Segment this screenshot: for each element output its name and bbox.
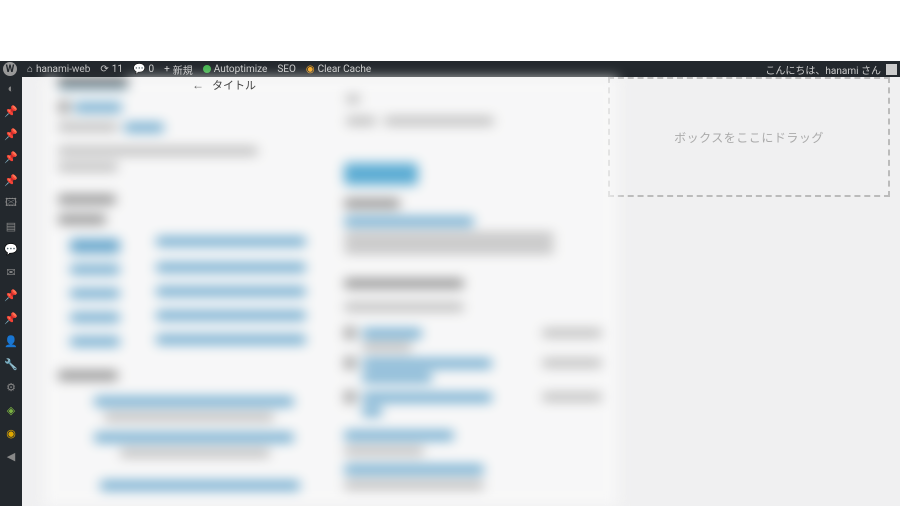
pin-icon[interactable]: 📌 (4, 104, 18, 118)
updates-count: 11 (112, 64, 123, 75)
user-menu[interactable]: こんにちは、hanami さん (765, 62, 897, 77)
pin-icon[interactable]: 📌 (4, 127, 18, 141)
clear-cache-label: Clear Cache (318, 64, 372, 75)
autoptimize-label: Autoptimize (214, 64, 268, 75)
avatar-icon (886, 64, 897, 75)
pages-icon[interactable]: ▤ (4, 219, 18, 233)
wp-logo-menu[interactable]: W (3, 62, 17, 76)
admin-toolbar: W ⌂ hanami-web ⟳ 11 💬 0 + 新規 Autoptimize… (0, 61, 900, 77)
users-icon[interactable]: 👤 (4, 334, 18, 348)
new-content-menu[interactable]: + 新規 (164, 62, 193, 77)
media-icon[interactable]: 🖾 (4, 196, 18, 210)
updates-icon: ⟳ (100, 64, 108, 75)
home-icon: ⌂ (27, 64, 33, 75)
settings-icon[interactable]: ⚙ (4, 380, 18, 394)
widget-dropzone[interactable]: ボックスをここにドラッグ (608, 77, 890, 197)
collapse-icon[interactable]: ◀ (4, 449, 18, 463)
dashboard-icon[interactable]: ◐ (4, 81, 18, 95)
status-dot-icon (203, 65, 211, 73)
new-label: 新規 (173, 62, 193, 77)
pin-icon[interactable]: 📌 (4, 173, 18, 187)
tab-title-label[interactable]: タイトル (212, 77, 256, 93)
comments-icon[interactable]: 💬 (4, 242, 18, 256)
cache-icon: ◉ (306, 64, 315, 75)
tools-icon[interactable]: 🔧 (4, 357, 18, 371)
pin-icon[interactable]: 📌 (4, 311, 18, 325)
pin-icon[interactable]: 📌 (4, 150, 18, 164)
dropzone-label: ボックスをここにドラッグ (674, 129, 824, 146)
dashboard-content: ← タイトル (22, 77, 900, 506)
site-name-label: hanami-web (36, 64, 90, 75)
site-name-menu[interactable]: ⌂ hanami-web (27, 64, 90, 75)
comments-menu[interactable]: 💬 0 (133, 64, 154, 75)
clear-cache-menu[interactable]: ◉ Clear Cache (306, 64, 371, 75)
admin-sidebar: ◐ 📌 📌 📌 📌 🖾 ▤ 💬 ✉ 📌 📌 👤 🔧 ⚙ ◈ ◉ ◀ (0, 77, 22, 506)
updates-menu[interactable]: ⟳ 11 (100, 64, 123, 75)
plus-icon: + (164, 64, 170, 75)
contact-icon[interactable]: ✉ (4, 265, 18, 279)
seo-label: SEO (277, 64, 296, 75)
plugin-gold-icon[interactable]: ◉ (4, 426, 18, 440)
plugin-icon[interactable]: ◈ (4, 403, 18, 417)
seo-menu[interactable]: SEO (277, 64, 296, 75)
wordpress-icon: W (3, 62, 17, 76)
autoptimize-menu[interactable]: Autoptimize (203, 64, 268, 75)
comments-count: 0 (148, 64, 154, 75)
pin-icon[interactable]: 📌 (4, 288, 18, 302)
draft-tab-nav: ← タイトル (190, 77, 256, 93)
comment-icon: 💬 (133, 64, 145, 75)
back-arrow-icon[interactable]: ← (190, 78, 206, 92)
greeting-label: こんにちは、hanami さん (765, 62, 881, 77)
